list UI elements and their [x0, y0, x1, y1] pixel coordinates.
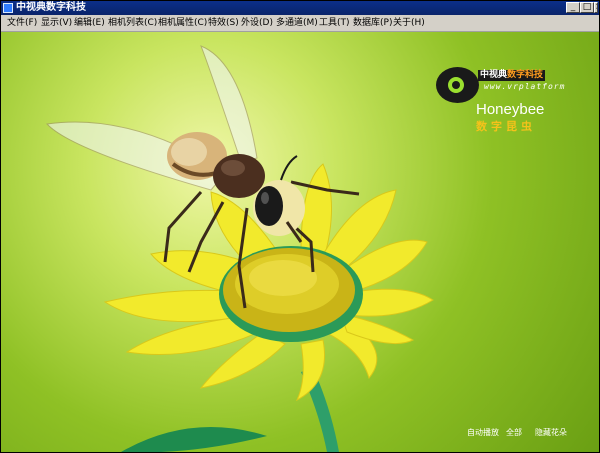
- menu-bar: 文件(F) 显示(V) 编辑(E) 相机列表(C) 相机属性(C) 特效(S) …: [1, 15, 599, 32]
- flower-leaf: [121, 427, 267, 452]
- app-window: 中视典数字科技 _ □ × 文件(F) 显示(V) 编辑(E) 相机列表(C) …: [0, 0, 600, 453]
- bee-antenna: [280, 155, 298, 181]
- product-title: Honeybee: [476, 101, 545, 118]
- logo-url: www.vrplatform: [484, 82, 566, 91]
- 3d-viewport[interactable]: 中视典数字科技 www.vrplatform Honeybee 数字昆虫 自动播…: [1, 32, 599, 452]
- bee-thorax: [213, 154, 265, 198]
- menu-camera-list[interactable]: 相机列表(C): [108, 15, 157, 31]
- menu-effects[interactable]: 特效(S): [208, 15, 239, 31]
- minimize-button[interactable]: _: [566, 2, 580, 13]
- menu-multichannel[interactable]: 多通道(M): [276, 15, 318, 31]
- show-all-link[interactable]: 全部: [506, 427, 522, 439]
- logo-company-name: 中视典数字科技: [478, 70, 546, 81]
- eye-logo-icon: [436, 67, 479, 103]
- maximize-button[interactable]: □: [580, 2, 594, 13]
- product-subtitle: 数字昆虫: [476, 120, 536, 133]
- hide-flower-link[interactable]: 隐藏花朵: [535, 427, 567, 439]
- menu-about[interactable]: 关于(H): [393, 15, 425, 31]
- brand-logo: 中视典数字科技 www.vrplatform Honeybee 数字昆虫: [436, 67, 586, 143]
- menu-view[interactable]: 显示(V): [41, 15, 72, 31]
- menu-peripherals[interactable]: 外设(D): [241, 15, 273, 31]
- close-button[interactable]: ×: [594, 2, 598, 13]
- menu-camera-properties[interactable]: 相机属性(C): [158, 15, 207, 31]
- title-bar[interactable]: 中视典数字科技 _ □ ×: [1, 1, 599, 15]
- menu-tools[interactable]: 工具(T): [319, 15, 350, 31]
- menu-edit[interactable]: 编辑(E): [74, 15, 105, 31]
- autoplay-link[interactable]: 自动播放: [467, 427, 499, 439]
- menu-file[interactable]: 文件(F): [7, 15, 37, 31]
- app-icon: [3, 3, 13, 13]
- window-title: 中视典数字科技: [16, 2, 86, 13]
- menu-database[interactable]: 数据库(P): [353, 15, 392, 31]
- bee-eye: [255, 186, 283, 226]
